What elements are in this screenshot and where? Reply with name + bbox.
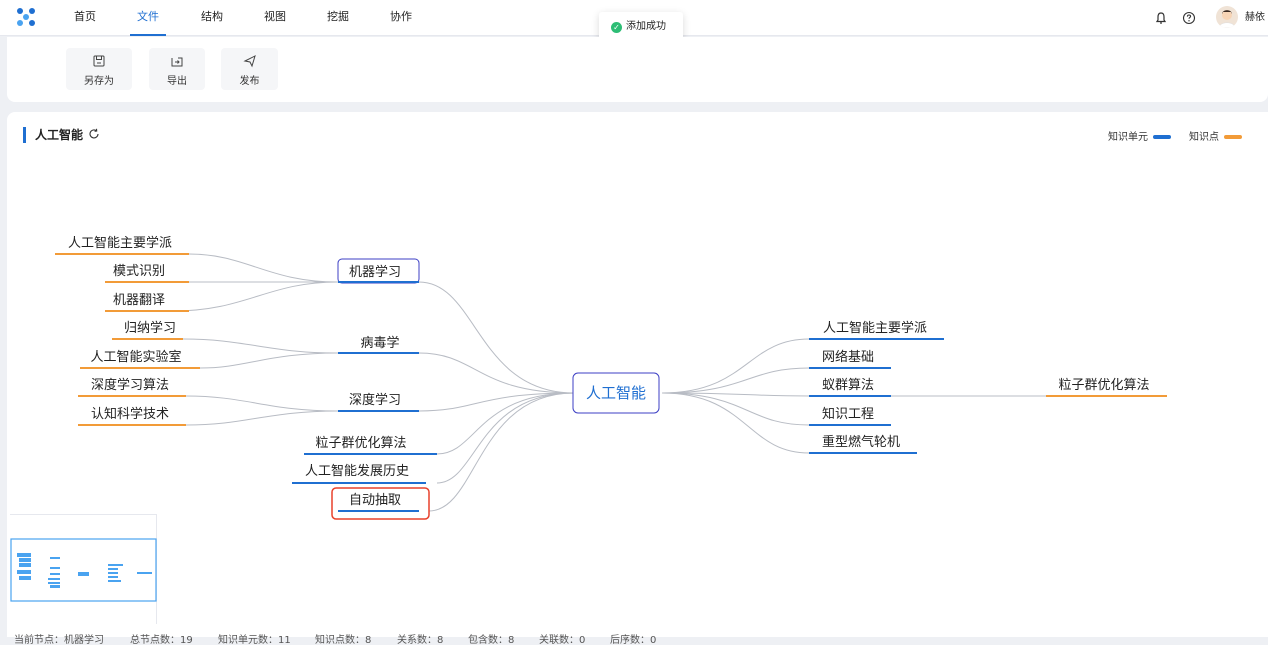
node-r-pso[interactable]: 粒子群优化算法 (1046, 378, 1167, 397)
relations-stat: 关系数：8 (397, 635, 444, 645)
node-pattern-recognition-label: 模式识别 (113, 264, 165, 279)
contains-stat: 包含数：8 (468, 635, 515, 645)
save-as-label: 另存为 (84, 76, 114, 87)
node-machine-translation-label: 机器翻译 (113, 293, 165, 308)
node-r-ai-school[interactable]: 人工智能主要学派 (809, 320, 944, 340)
publish-button[interactable]: 发布 (221, 48, 278, 90)
node-r-knowledge-eng-label: 知识工程 (822, 406, 874, 422)
node-r-ant-colony[interactable]: 蚁群算法 (809, 378, 891, 397)
edge-root-virology (418, 352, 575, 394)
file-toolbar: 另存为 导出 发布 (7, 37, 1268, 102)
edge-vir-induct (182, 338, 339, 354)
units-stat: 知识单元数：11 (218, 635, 291, 645)
edge-root-pso (436, 392, 575, 455)
node-ml-school[interactable]: 人工智能主要学派 (55, 235, 189, 255)
node-pso-left-label: 粒子群优化算法 (315, 436, 406, 451)
points-stat: 知识点数：8 (315, 635, 372, 645)
node-machine-learning-label: 机器学习 (349, 264, 401, 280)
save-as-icon (93, 55, 105, 67)
user-avatar[interactable] (1216, 6, 1238, 28)
node-dl-algorithm-label: 深度学习算法 (91, 377, 169, 393)
node-cognitive-science-label: 认知科学技术 (91, 406, 169, 422)
nav-tab-mining[interactable]: 挖掘 (326, 0, 350, 36)
success-check-icon: ✓ (611, 22, 622, 33)
status-bar: 当前节点： 机器学习 总节点数：19 知识单元数：11 知识点数：8 关系数：8… (0, 634, 1268, 645)
edge-dl-algo (185, 395, 339, 412)
edge-ml-translation (172, 281, 339, 312)
notification-bell-icon[interactable] (1154, 11, 1168, 25)
node-inductive-learning[interactable]: 归纳学习 (112, 320, 183, 340)
node-virology[interactable]: 病毒学 (338, 335, 419, 354)
node-ai-history[interactable]: 人工智能发展历史 (292, 463, 426, 484)
node-ml-school-label: 人工智能主要学派 (68, 235, 172, 251)
edge-root-history (436, 392, 575, 484)
node-pso-left[interactable]: 粒子群优化算法 (304, 436, 437, 455)
send-icon (242, 55, 256, 68)
node-pattern-recognition[interactable]: 模式识别 (105, 264, 189, 283)
node-auto-extract[interactable]: 自动抽取 (331, 487, 430, 520)
order-stat: 后序数：0 (610, 635, 657, 645)
edge-vir-lab (199, 352, 339, 369)
node-ai-history-label: 人工智能发展历史 (305, 463, 409, 479)
node-cognitive-science[interactable]: 认知科学技术 (78, 406, 186, 426)
edge-root-r-school (661, 338, 810, 394)
publish-label: 发布 (239, 76, 260, 87)
edge-dl-cog (185, 410, 339, 426)
node-r-turbine[interactable]: 重型燃气轮机 (809, 434, 917, 454)
edge-ml-school (188, 253, 339, 283)
node-ai-lab-label: 人工智能实验室 (90, 349, 181, 365)
nav-tab-collaborate[interactable]: 协作 (389, 0, 413, 36)
help-icon[interactable] (1182, 11, 1196, 25)
mindmap-graph: 人工智能 机器学习 病毒学 深度学习 粒子群优化算法 人工智能发展历史 自动抽取 (55, 235, 1167, 520)
node-virology-label: 病毒学 (360, 335, 399, 351)
minimap-preview (10, 538, 157, 602)
associations-stat: 关联数：0 (539, 635, 586, 645)
node-machine-learning[interactable]: 机器学习 (337, 258, 420, 284)
node-deep-learning[interactable]: 深度学习 (338, 392, 419, 412)
node-machine-translation[interactable]: 机器翻译 (105, 293, 189, 312)
node-r-turbine-label: 重型燃气轮机 (822, 434, 900, 450)
node-ai-lab[interactable]: 人工智能实验室 (80, 349, 200, 369)
node-r-network-label: 网络基础 (822, 349, 874, 365)
nav-tab-view[interactable]: 视图 (263, 0, 287, 36)
node-r-pso-label: 粒子群优化算法 (1058, 378, 1149, 393)
export-label: 导出 (167, 76, 187, 87)
node-dl-algorithm[interactable]: 深度学习算法 (78, 377, 186, 397)
minimap-viewport[interactable] (10, 538, 157, 602)
mindmap-canvas[interactable]: 人工智能 知识单元 知识点 人工智能 机器学习 病毒学 深度学习 粒子群优化算法… (7, 112, 1268, 637)
node-inductive-learning-label: 归纳学习 (124, 320, 176, 336)
save-as-button[interactable]: 另存为 (66, 48, 132, 90)
edge-root-r-ke (661, 392, 810, 426)
current-node-value: 机器学习 (64, 635, 104, 645)
current-node-label: 当前节点： (14, 635, 64, 645)
toast-message: 添加成功 (626, 21, 666, 32)
node-r-knowledge-eng[interactable]: 知识工程 (809, 406, 891, 426)
user-name[interactable]: 赫依 (1245, 0, 1265, 36)
total-nodes-stat: 总节点数：19 (130, 635, 193, 645)
node-r-ant-colony-label: 蚁群算法 (822, 378, 874, 393)
edge-root-ml (418, 281, 575, 394)
node-root-label: 人工智能 (586, 384, 646, 402)
node-root[interactable]: 人工智能 (572, 372, 660, 414)
node-auto-extract-label: 自动抽取 (349, 493, 401, 508)
minimap[interactable] (10, 514, 157, 624)
nav-tab-home[interactable]: 首页 (73, 0, 97, 36)
app-logo-icon[interactable] (16, 7, 36, 27)
node-r-ai-school-label: 人工智能主要学派 (823, 320, 927, 336)
node-r-network[interactable]: 网络基础 (809, 349, 891, 369)
nav-tab-file[interactable]: 文件 (130, 0, 166, 36)
nav-tab-structure[interactable]: 结构 (200, 0, 224, 36)
node-deep-learning-label: 深度学习 (349, 392, 401, 408)
export-icon (171, 57, 183, 67)
export-button[interactable]: 导出 (149, 48, 205, 90)
